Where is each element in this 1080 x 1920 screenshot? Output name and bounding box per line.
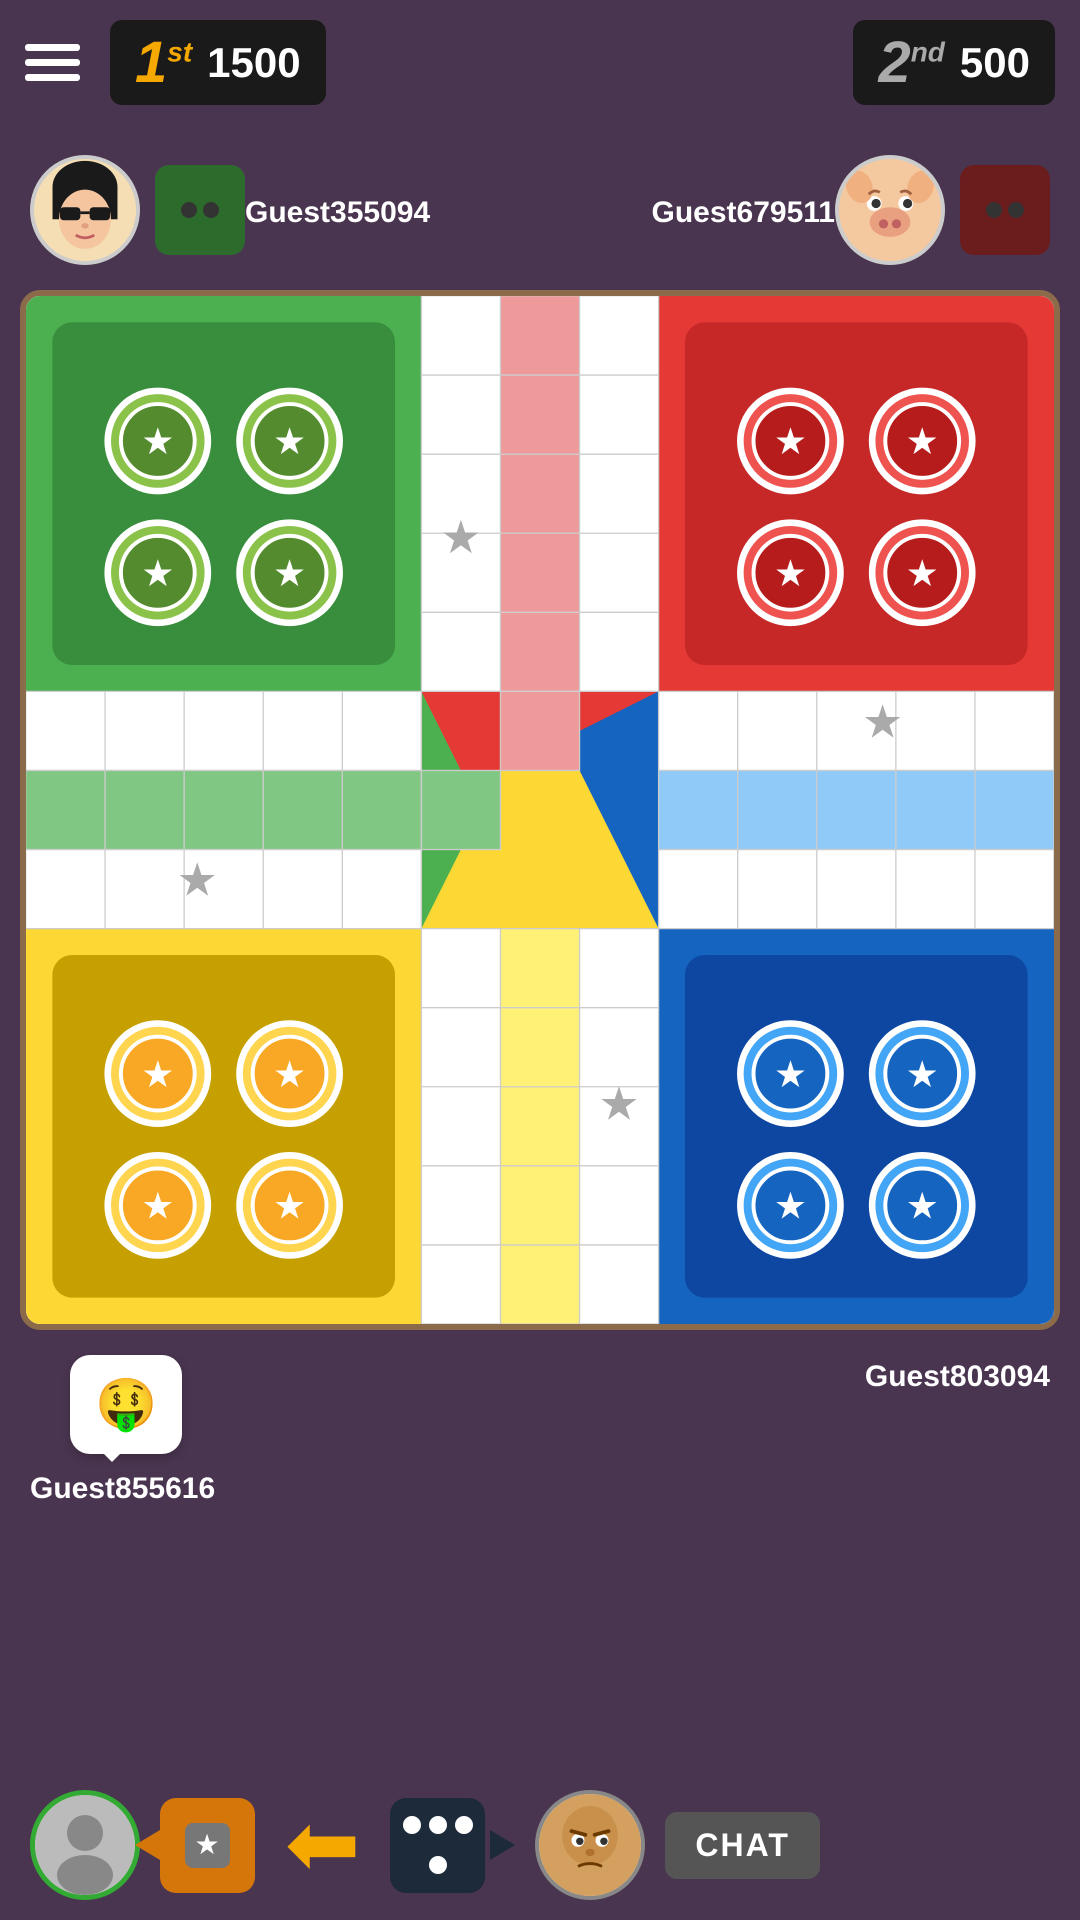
ludo-board: ★ ★ ★ ★ ★ ★ ★ ★ ★ xyxy=(20,290,1060,1330)
bottom-players-row: 🤑 Guest855616 Guest803094 xyxy=(0,1345,1080,1516)
svg-text:★: ★ xyxy=(141,421,174,462)
bottom-right-name: Guest803094 xyxy=(865,1360,1050,1394)
svg-text:★: ★ xyxy=(273,421,306,462)
top-players-row: Guest355094 Guest679511 xyxy=(0,145,1080,275)
bottom-right-player-section: Guest803094 xyxy=(865,1355,1050,1506)
first-place-badge: 1st 1500 xyxy=(110,20,326,105)
top-left-player xyxy=(30,155,245,265)
svg-text:★: ★ xyxy=(141,1186,174,1227)
top-right-avatar xyxy=(835,155,945,265)
chat-bubble: 🤑 xyxy=(70,1355,182,1454)
svg-text:★: ★ xyxy=(598,1078,639,1130)
svg-text:★: ★ xyxy=(906,1054,939,1095)
svg-text:★: ★ xyxy=(906,553,939,594)
svg-text:★: ★ xyxy=(774,1186,807,1227)
svg-text:★: ★ xyxy=(273,1186,306,1227)
svg-text:★: ★ xyxy=(141,1054,174,1095)
top-right-player xyxy=(835,155,1050,265)
menu-button[interactable] xyxy=(25,44,80,81)
back-button[interactable]: ⬅ xyxy=(285,1800,360,1890)
bottom-right-avatar xyxy=(535,1790,645,1900)
svg-text:★: ★ xyxy=(774,421,807,462)
second-place-badge: 2nd 500 xyxy=(853,20,1055,105)
svg-text:★: ★ xyxy=(862,696,903,748)
top-left-dice[interactable] xyxy=(155,165,245,255)
svg-text:★: ★ xyxy=(194,1829,219,1860)
my-avatar[interactable] xyxy=(30,1790,140,1900)
bottom-controls: ★ ⬅ xyxy=(0,1790,1080,1900)
first-rank: 1st xyxy=(135,29,192,96)
chat-button[interactable]: CHAT xyxy=(665,1812,820,1879)
svg-text:★: ★ xyxy=(906,421,939,462)
svg-text:★: ★ xyxy=(177,854,218,906)
svg-text:★: ★ xyxy=(774,553,807,594)
second-rank: 2nd xyxy=(878,29,944,96)
bottom-left-name: Guest855616 xyxy=(30,1472,215,1506)
header: 1st 1500 2nd 500 xyxy=(0,0,1080,125)
svg-text:★: ★ xyxy=(141,553,174,594)
svg-text:★: ★ xyxy=(774,1054,807,1095)
top-right-name: Guest679511 xyxy=(652,196,835,230)
svg-text:★: ★ xyxy=(273,553,306,594)
second-score: 500 xyxy=(960,39,1030,87)
top-left-avatar xyxy=(30,155,140,265)
bottom-dice[interactable] xyxy=(390,1798,485,1893)
top-right-dice[interactable] xyxy=(960,165,1050,255)
top-left-name: Guest355094 xyxy=(245,196,430,230)
first-score: 1500 xyxy=(207,39,300,87)
svg-text:★: ★ xyxy=(440,511,481,563)
svg-text:★: ★ xyxy=(906,1186,939,1227)
svg-text:★: ★ xyxy=(273,1054,306,1095)
power-button[interactable]: ★ xyxy=(160,1798,255,1893)
bottom-left-player-section: 🤑 Guest855616 xyxy=(30,1355,215,1506)
